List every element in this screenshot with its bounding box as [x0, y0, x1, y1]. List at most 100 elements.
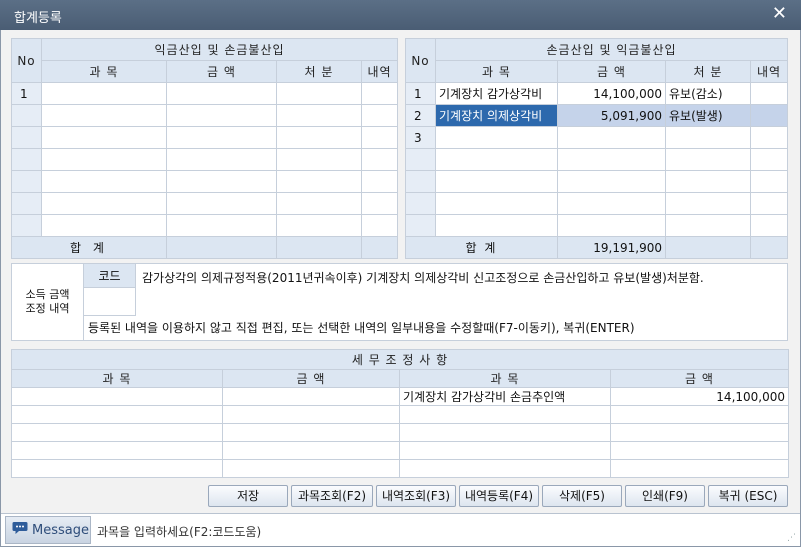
- detail-cell[interactable]: [360, 82, 399, 105]
- amount-cell[interactable]: [166, 192, 277, 215]
- subject-cell[interactable]: [41, 148, 167, 171]
- resize-grip-icon[interactable]: ⋰: [787, 533, 796, 543]
- subject-cell[interactable]: [41, 104, 167, 127]
- subject-cell[interactable]: 기계장치 의제상각비: [435, 104, 558, 127]
- detail-cell[interactable]: [749, 126, 789, 149]
- amount-cell[interactable]: [557, 192, 666, 215]
- amount-cell[interactable]: [222, 387, 400, 406]
- table-row[interactable]: [11, 192, 399, 215]
- subject-cell[interactable]: [435, 170, 558, 193]
- amount-cell[interactable]: [609, 405, 790, 424]
- amount-cell[interactable]: 5,091,900: [557, 104, 666, 127]
- disposition-cell[interactable]: [276, 170, 362, 193]
- amount-cell[interactable]: [557, 170, 666, 193]
- disposition-cell[interactable]: [665, 148, 751, 171]
- table-row[interactable]: [11, 126, 399, 149]
- detail-cell[interactable]: [749, 192, 789, 215]
- delete-button[interactable]: 삭제(F5): [542, 485, 622, 507]
- table-row[interactable]: [405, 148, 789, 171]
- subject-cell[interactable]: [435, 214, 558, 237]
- subject-cell[interactable]: 기계장치 감가상각비 손금추인액: [399, 387, 611, 406]
- disposition-cell[interactable]: [276, 82, 362, 105]
- detail-cell[interactable]: [360, 192, 399, 215]
- subject-cell[interactable]: [11, 387, 223, 406]
- detail-cell[interactable]: [360, 104, 399, 127]
- detail-cell[interactable]: [749, 82, 789, 105]
- subject-cell[interactable]: [41, 82, 167, 105]
- amount-cell[interactable]: [166, 170, 277, 193]
- table-row[interactable]: [405, 214, 789, 237]
- amount-cell[interactable]: [166, 82, 277, 105]
- subject-cell[interactable]: [399, 459, 611, 478]
- disposition-cell[interactable]: [665, 192, 751, 215]
- amount-cell[interactable]: 14,100,000: [557, 82, 666, 105]
- amount-cell[interactable]: [166, 126, 277, 149]
- amount-cell[interactable]: [557, 148, 666, 171]
- amount-cell[interactable]: [166, 214, 277, 237]
- table-row[interactable]: [11, 104, 399, 127]
- subject-cell[interactable]: [399, 405, 611, 424]
- subject-cell[interactable]: [435, 126, 558, 149]
- table-row[interactable]: [405, 192, 789, 215]
- detail-cell[interactable]: [360, 170, 399, 193]
- detail-cell[interactable]: [749, 214, 789, 237]
- amount-cell[interactable]: [166, 104, 277, 127]
- table-row[interactable]: [405, 170, 789, 193]
- subject-cell[interactable]: [11, 423, 223, 442]
- back-button[interactable]: 복귀 (ESC): [708, 485, 788, 507]
- amount-cell[interactable]: [557, 126, 666, 149]
- adjustment-description[interactable]: 감가상각의 의제규정적용(2011년귀속이후) 기계장치 의제상각비 신고조정으…: [142, 269, 782, 286]
- subject-cell[interactable]: [41, 170, 167, 193]
- detail-cell[interactable]: [749, 148, 789, 171]
- amount-cell[interactable]: [557, 214, 666, 237]
- subject-cell[interactable]: [435, 192, 558, 215]
- subject-lookup-button[interactable]: 과목조회(F2): [291, 485, 373, 507]
- table-row[interactable]: 1 기계장치 감가상각비 14,100,000 유보(감소): [405, 82, 789, 105]
- subject-cell[interactable]: [11, 405, 223, 424]
- subject-cell[interactable]: [435, 148, 558, 171]
- disposition-cell[interactable]: [665, 126, 751, 149]
- table-row[interactable]: [11, 459, 790, 478]
- table-row[interactable]: 기계장치 감가상각비 손금추인액 14,100,000: [11, 387, 790, 406]
- subject-cell[interactable]: [399, 441, 611, 460]
- close-icon[interactable]: ✕: [772, 3, 787, 24]
- subject-cell[interactable]: [399, 423, 611, 442]
- code-input[interactable]: [84, 288, 136, 316]
- save-button[interactable]: 저장: [208, 485, 288, 507]
- disposition-cell[interactable]: [665, 214, 751, 237]
- subject-cell[interactable]: 기계장치 감가상각비: [435, 82, 558, 105]
- detail-cell[interactable]: [360, 126, 399, 149]
- amount-cell[interactable]: [609, 459, 790, 478]
- amount-cell[interactable]: [222, 405, 400, 424]
- table-row[interactable]: [11, 423, 790, 442]
- subject-cell[interactable]: [11, 441, 223, 460]
- table-row[interactable]: 3: [405, 126, 789, 149]
- table-row[interactable]: [11, 148, 399, 171]
- subject-cell[interactable]: [11, 459, 223, 478]
- selected-table-row[interactable]: 2 기계장치 의제상각비 5,091,900 유보(발생): [405, 104, 789, 127]
- amount-cell[interactable]: 14,100,000: [609, 387, 790, 406]
- detail-lookup-button[interactable]: 내역조회(F3): [376, 485, 456, 507]
- disposition-cell[interactable]: [276, 214, 362, 237]
- detail-cell[interactable]: [360, 148, 399, 171]
- amount-cell[interactable]: [222, 441, 400, 460]
- amount-cell[interactable]: [166, 148, 277, 171]
- disposition-cell[interactable]: 유보(감소): [665, 82, 751, 105]
- subject-cell[interactable]: [41, 214, 167, 237]
- table-row[interactable]: [11, 405, 790, 424]
- amount-cell[interactable]: [609, 423, 790, 442]
- detail-register-button[interactable]: 내역등록(F4): [459, 485, 539, 507]
- table-row[interactable]: [11, 441, 790, 460]
- disposition-cell[interactable]: [276, 192, 362, 215]
- table-row[interactable]: [11, 214, 399, 237]
- table-row[interactable]: [11, 170, 399, 193]
- disposition-cell[interactable]: [276, 126, 362, 149]
- amount-cell[interactable]: [609, 441, 790, 460]
- subject-cell[interactable]: [41, 126, 167, 149]
- disposition-cell[interactable]: [276, 104, 362, 127]
- disposition-cell[interactable]: [276, 148, 362, 171]
- print-button[interactable]: 인쇄(F9): [625, 485, 705, 507]
- detail-cell[interactable]: [749, 170, 789, 193]
- disposition-cell[interactable]: 유보(발생): [665, 104, 751, 127]
- subject-cell[interactable]: [41, 192, 167, 215]
